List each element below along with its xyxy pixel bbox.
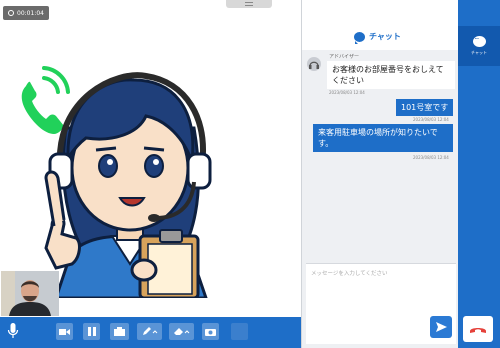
- pen-icon: [142, 327, 157, 335]
- hangup-button[interactable]: [463, 316, 493, 342]
- eraser-icon: [173, 328, 189, 335]
- self-view-video: [1, 271, 59, 316]
- share-button[interactable]: [110, 323, 129, 340]
- camera-icon: [205, 329, 216, 336]
- call-timer-value: 00:01:04: [17, 9, 44, 17]
- pause-button[interactable]: [83, 323, 100, 340]
- self-view-person: [1, 271, 59, 316]
- pause-icon: [87, 327, 96, 336]
- advisor-avatar: [307, 57, 321, 71]
- rail-chat-label: チャット: [471, 50, 487, 55]
- message-bubble-incoming: お客様のお部屋番号をおしえてください: [327, 61, 455, 89]
- chat-icon: [354, 31, 365, 44]
- collapse-handle[interactable]: [226, 0, 272, 8]
- message-bubble-outgoing: 101号室です: [396, 99, 454, 116]
- send-button[interactable]: [430, 316, 452, 338]
- video-call-app: 00:01:04 チャット アドバイザー お客様のお部屋番号をおしえてください …: [0, 0, 500, 348]
- share-icon: [114, 327, 125, 336]
- video-toggle-button[interactable]: [56, 323, 73, 340]
- message-timestamp: 2023/08/03 12:04: [413, 155, 449, 160]
- message-sender: アドバイザー: [329, 54, 360, 60]
- hangup-icon: [470, 327, 486, 333]
- chat-bubble-icon: [472, 34, 486, 47]
- disabled-button: [231, 323, 248, 340]
- rail-chat-tab[interactable]: チャット: [458, 26, 500, 66]
- operator-illustration: [44, 72, 212, 298]
- chat-title: チャット: [354, 31, 401, 44]
- video-icon: [59, 328, 70, 335]
- message-input[interactable]: [306, 264, 456, 309]
- mic-icon[interactable]: [7, 322, 19, 340]
- chat-title-text: チャット: [369, 32, 401, 41]
- eraser-tool-button[interactable]: [169, 323, 194, 340]
- clock-icon: [8, 10, 14, 16]
- message-bubble-outgoing: 来客用駐車場の場所が知りたいです。: [313, 124, 453, 152]
- send-icon: [435, 322, 447, 332]
- pen-tool-button[interactable]: [137, 323, 162, 340]
- headset-icon: [309, 61, 319, 69]
- camera-button[interactable]: [202, 323, 219, 340]
- remote-video: 00:01:04: [0, 0, 301, 317]
- message-timestamp: 2023/08/03 12:04: [329, 90, 365, 95]
- chat-header: チャット: [302, 0, 459, 50]
- message-timestamp: 2023/08/03 12:04: [413, 117, 449, 122]
- chat-panel: チャット アドバイザー お客様のお部屋番号をおしえてください 2023/08/0…: [301, 0, 459, 348]
- call-timer: 00:01:04: [3, 6, 49, 20]
